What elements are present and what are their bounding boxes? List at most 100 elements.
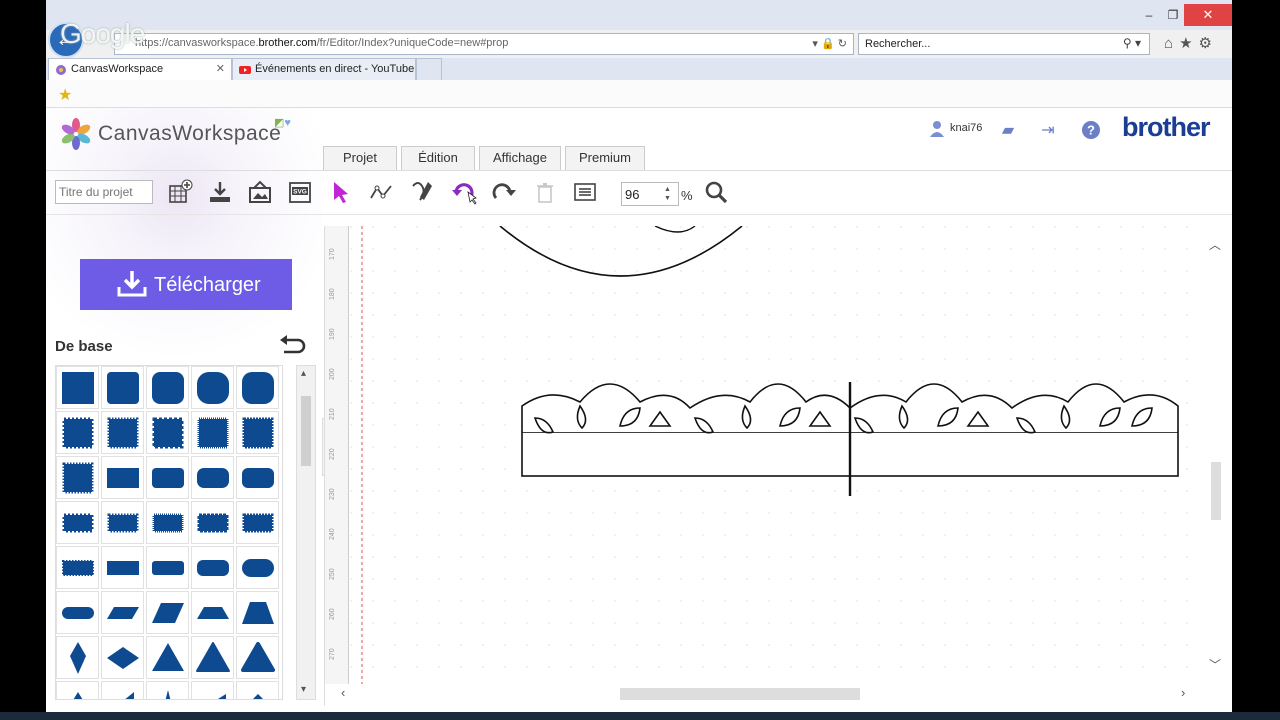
shape-wide-rounded[interactable]	[146, 546, 189, 589]
browser-tabs: CanvasWorkspace ✕ Événements en direct -…	[46, 58, 1232, 80]
scroll-right-icon[interactable]: ›	[1181, 685, 1185, 700]
shape-squircle[interactable]	[236, 366, 279, 409]
shape-wedge[interactable]	[191, 681, 234, 699]
menu-tab-affichage[interactable]: Affichage	[479, 146, 561, 170]
shape-triangle-rounded[interactable]	[191, 636, 234, 679]
dropdown-icon[interactable]: ▾	[812, 38, 818, 50]
shape-wavy-square[interactable]	[146, 411, 189, 454]
home-icon[interactable]: ⌂	[1164, 35, 1179, 52]
gear-icon[interactable]: ⚙	[1199, 35, 1218, 52]
shape-wide-soft[interactable]	[191, 546, 234, 589]
close-window-button[interactable]: ✕	[1184, 4, 1232, 26]
shape-pinked-square[interactable]	[191, 411, 234, 454]
add-favorite-icon[interactable]: ★	[58, 85, 72, 105]
draw-pen-icon[interactable]	[408, 178, 436, 206]
shape-pinked-rectangle[interactable]	[146, 501, 189, 544]
scroll-down-icon[interactable]: ▾	[301, 684, 306, 695]
menu-tab-premium[interactable]: Premium	[565, 146, 645, 170]
scroll-down-icon[interactable]: ﹀	[1209, 656, 1221, 673]
address-bar[interactable]: https://canvasworkspace.brother.com/fr/E…	[114, 33, 854, 55]
telecharger-button[interactable]: Télécharger	[80, 259, 292, 310]
help-icon[interactable]: ?	[1081, 120, 1101, 140]
canvas-horizontal-scrollbar[interactable]: ‹ ›	[325, 684, 1205, 704]
shape-rounded-square[interactable]	[146, 366, 189, 409]
shape-parallelogram-flat[interactable]	[101, 591, 144, 634]
browser-tab-youtube[interactable]: Événements en direct - YouTube	[232, 58, 416, 80]
shape-right-triangle[interactable]	[101, 681, 144, 699]
zoom-stepper[interactable]: ▲ ▼	[664, 185, 671, 203]
import-svg-icon[interactable]: SVG	[286, 178, 314, 206]
shape-small-triangle[interactable]	[56, 681, 99, 699]
scroll-up-icon[interactable]: ︿	[1209, 236, 1221, 253]
horizontal-scroll-thumb[interactable]	[620, 688, 860, 700]
shape-rounded-rectangle-large[interactable]	[191, 456, 234, 499]
undo-icon[interactable]	[450, 178, 478, 206]
scroll-up-icon[interactable]: ▴	[301, 368, 306, 379]
shape-rounded-rectangle[interactable]	[146, 456, 189, 499]
shape-notched-rectangle[interactable]	[191, 501, 234, 544]
vertical-scroll-thumb[interactable]	[1211, 462, 1221, 520]
shape-trapezoid[interactable]	[236, 591, 279, 634]
canvas-vertical-scrollbar[interactable]: ︿ ﹀	[1205, 226, 1224, 684]
select-arrow-icon[interactable]	[327, 178, 355, 206]
zoom-magnifier-icon[interactable]	[702, 178, 730, 206]
edit-points-icon[interactable]	[367, 178, 395, 206]
shape-scalloped-square[interactable]	[56, 411, 99, 454]
browser-search-box[interactable]: Rechercher... ⚲ ▾	[858, 33, 1150, 55]
shape-parallelogram[interactable]	[146, 591, 189, 634]
url-action-icons[interactable]: ▾ 🔒 ↻	[812, 37, 847, 50]
shape-stamp-rect[interactable]	[56, 456, 99, 499]
back-arrow-icon[interactable]	[278, 334, 308, 358]
import-image-icon[interactable]	[246, 178, 274, 206]
shape-grid-scrollbar[interactable]: ▴ ▾	[296, 365, 316, 700]
search-icon[interactable]: ⚲ ▾	[1123, 36, 1141, 50]
shape-trapezoid-flat[interactable]	[191, 591, 234, 634]
shape-stamp-wide[interactable]	[56, 546, 99, 589]
refresh-icon[interactable]: ↻	[838, 38, 847, 50]
restore-button[interactable]: ❐	[1162, 6, 1184, 24]
shape-stamp-rectangle[interactable]	[236, 501, 279, 544]
shape-low-triangle[interactable]	[236, 681, 279, 699]
minimize-button[interactable]: ‒	[1138, 6, 1160, 24]
shape-scalloped-rectangle[interactable]	[101, 501, 144, 544]
shape-wavy-rectangle[interactable]	[56, 501, 99, 544]
shape-square[interactable]	[56, 366, 99, 409]
shape-rounded-square-large[interactable]	[191, 366, 234, 409]
ruler-label: 220	[329, 448, 336, 460]
shape-wide-rectangle[interactable]	[101, 546, 144, 589]
trash-icon[interactable]	[531, 178, 559, 206]
shape-rounded-square-small[interactable]	[101, 366, 144, 409]
close-tab-icon[interactable]: ✕	[216, 62, 225, 75]
menu-tab-edition[interactable]: Édition	[401, 146, 475, 170]
logout-icon[interactable]: ⇥	[1038, 120, 1058, 140]
shape-capsule[interactable]	[236, 546, 279, 589]
list-menu-icon[interactable]	[571, 178, 599, 206]
canvas-drawing-area[interactable]	[350, 226, 1210, 684]
logo-badges: ◩♥	[274, 116, 291, 129]
url-domain: brother.com	[258, 37, 317, 49]
browser-tab-canvasworkspace[interactable]: CanvasWorkspace ✕	[48, 58, 232, 80]
download-icon[interactable]	[206, 178, 234, 206]
shape-diamond-tall[interactable]	[56, 636, 99, 679]
new-project-icon[interactable]	[166, 178, 194, 206]
shape-diamond-wide[interactable]	[101, 636, 144, 679]
shape-rectangle[interactable]	[101, 456, 144, 499]
shape-stamp-square[interactable]	[101, 411, 144, 454]
shape-thin-triangle[interactable]	[146, 681, 189, 699]
shape-soft-rectangle[interactable]	[236, 456, 279, 499]
new-tab-button[interactable]	[416, 58, 442, 80]
url-text[interactable]: https://canvasworkspace.brother.com/fr/E…	[135, 37, 508, 49]
menu-tab-projet[interactable]: Projet	[323, 146, 397, 170]
project-title-input[interactable]	[55, 180, 153, 204]
redo-icon[interactable]	[490, 178, 518, 206]
scroll-left-icon[interactable]: ‹	[341, 685, 345, 700]
folder-icon[interactable]: ▰	[998, 120, 1018, 140]
canvasworkspace-favicon	[56, 65, 66, 75]
shape-pill[interactable]	[56, 591, 99, 634]
shape-triangle[interactable]	[146, 636, 189, 679]
favorites-star-icon[interactable]: ★	[1179, 35, 1198, 52]
design-canvas[interactable]: 170 180 190 200 210 220 230 240 250 260 …	[324, 226, 1224, 706]
shape-grid-scroll-thumb[interactable]	[301, 396, 311, 466]
shape-triangle-soft[interactable]	[236, 636, 279, 679]
shape-notched-square[interactable]	[236, 411, 279, 454]
